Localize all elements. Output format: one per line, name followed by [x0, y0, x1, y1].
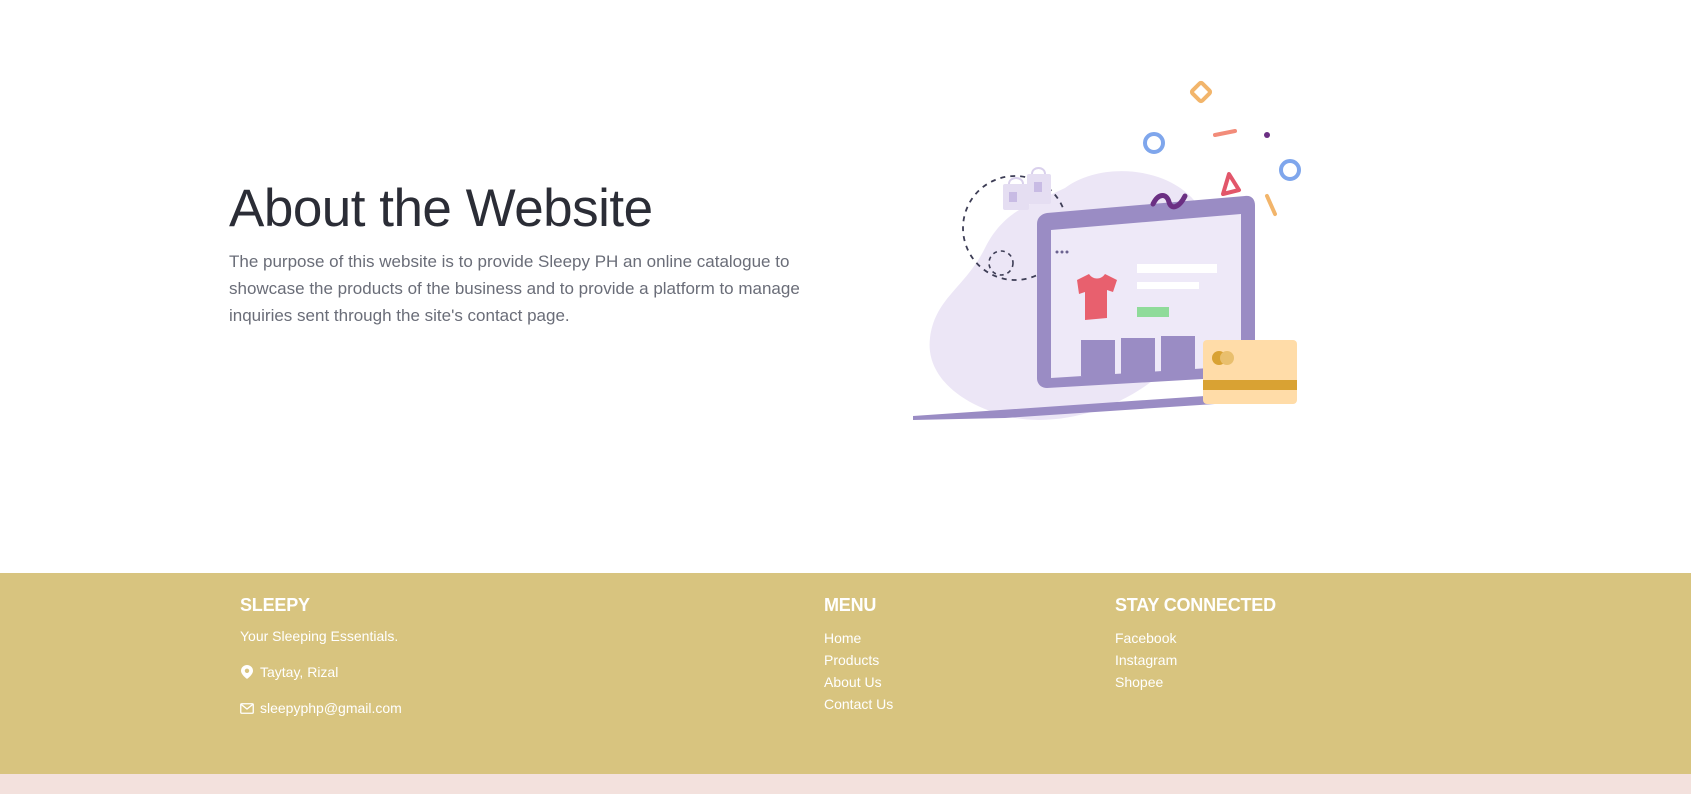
footer-link-contact-us[interactable]: Contact Us: [824, 693, 1074, 715]
footer-email-text[interactable]: sleepyphp@gmail.com: [260, 699, 402, 717]
footer-link-about-us[interactable]: About Us: [824, 671, 1074, 693]
footer-tagline: Your Sleeping Essentials.: [240, 628, 399, 644]
bottom-band: [0, 774, 1691, 794]
footer-link-shopee[interactable]: Shopee: [1115, 671, 1415, 693]
footer-social-column: STAY CONNECTED Facebook Instagram Shopee: [1115, 593, 1415, 709]
about-description: The purpose of this website is to provid…: [229, 252, 800, 325]
page-title: About the Website: [229, 179, 653, 238]
footer-link-facebook[interactable]: Facebook: [1115, 627, 1415, 649]
mail-icon: [240, 701, 254, 715]
footer-link-products[interactable]: Products: [824, 649, 1074, 671]
footer-location: Taytay, Rizal: [240, 663, 740, 681]
footer-brand-title: SLEEPY: [240, 595, 310, 615]
footer-brand-column: SLEEPY Your Sleeping Essentials. Taytay,…: [240, 593, 740, 717]
about-section: About the Website The purpose of this we…: [0, 0, 1691, 573]
footer-social-list: Facebook Instagram Shopee: [1115, 627, 1415, 693]
footer-location-text: Taytay, Rizal: [260, 664, 339, 680]
footer-menu-title: MENU: [824, 595, 877, 615]
footer-email: sleepyphp@gmail.com: [240, 699, 740, 717]
map-pin-icon: [240, 665, 254, 679]
footer-menu-column: MENU Home Products About Us Contact Us: [824, 593, 1074, 731]
online-shopping-illustration: [905, 78, 1305, 438]
footer-social-title: STAY CONNECTED: [1115, 595, 1276, 615]
about-text-block: About the Website The purpose of this we…: [229, 178, 809, 329]
site-footer: SLEEPY Your Sleeping Essentials. Taytay,…: [0, 573, 1691, 774]
footer-link-home[interactable]: Home: [824, 627, 1074, 649]
footer-link-instagram[interactable]: Instagram: [1115, 649, 1415, 671]
footer-menu-list: Home Products About Us Contact Us: [824, 627, 1074, 715]
